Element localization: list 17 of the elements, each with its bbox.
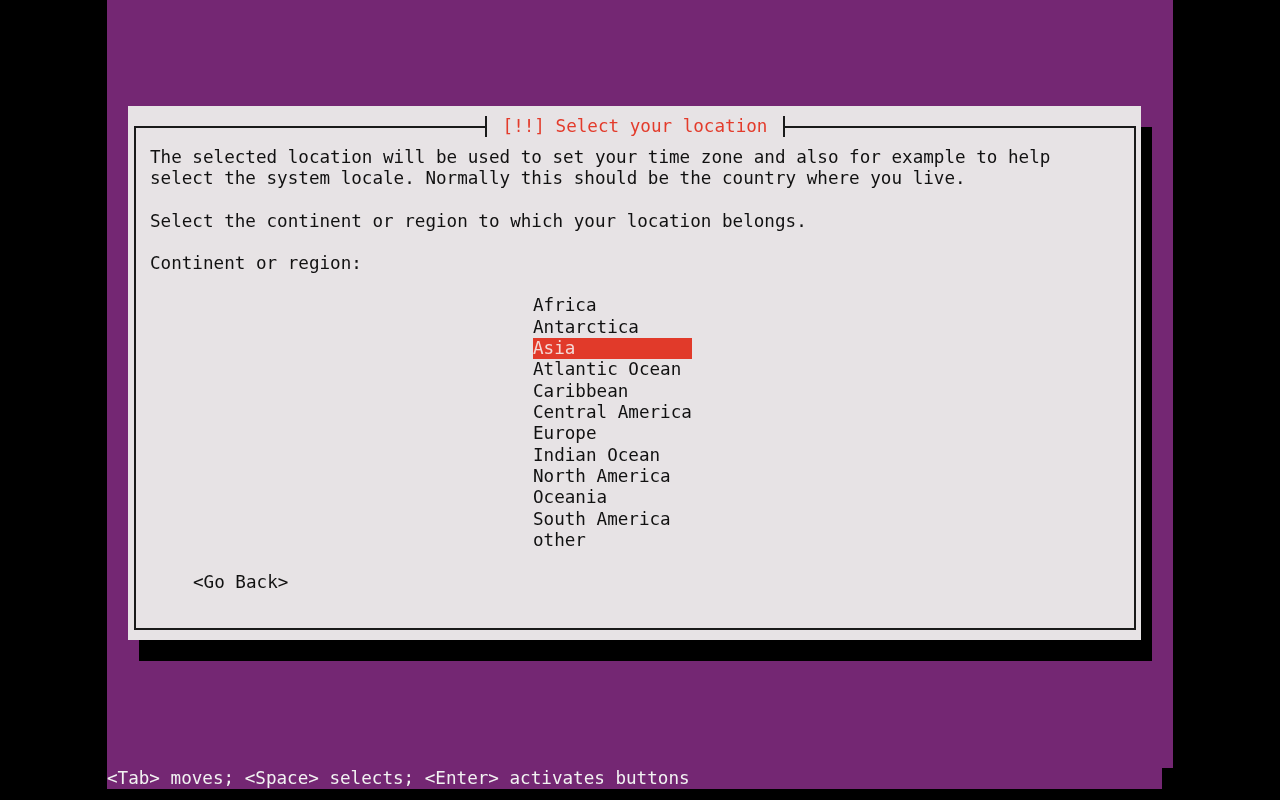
list-item[interactable]: Oceania (533, 487, 692, 509)
list-item[interactable]: other (533, 529, 692, 552)
dialog-title: [!!] Select your location (484, 116, 786, 137)
list-item[interactable]: Atlantic Ocean (533, 359, 692, 381)
list-item[interactable]: Europe (533, 423, 692, 445)
list-item[interactable]: Central America (533, 401, 692, 424)
list-item[interactable]: Indian Ocean (533, 444, 692, 466)
dialog-text: The selected location will be used to set your time zone and also for example to help select the system locale. Normally this should be the country where you live. (150, 147, 1052, 190)
dialog-text: Select the continent or region to which your location belongs. (150, 210, 808, 232)
list-item[interactable]: North America (533, 465, 692, 488)
go-back-button[interactable]: <Go Back> (193, 572, 289, 594)
list-item[interactable]: Caribbean (533, 380, 692, 402)
list-item[interactable]: Africa (533, 295, 692, 317)
list-item[interactable]: Antarctica (533, 316, 692, 338)
list-prompt: Continent or region: (150, 253, 363, 275)
list-item[interactable]: South America (533, 508, 692, 530)
status-bar: <Tab> moves; <Space> selects; <Enter> activates buttons (107, 768, 1162, 789)
